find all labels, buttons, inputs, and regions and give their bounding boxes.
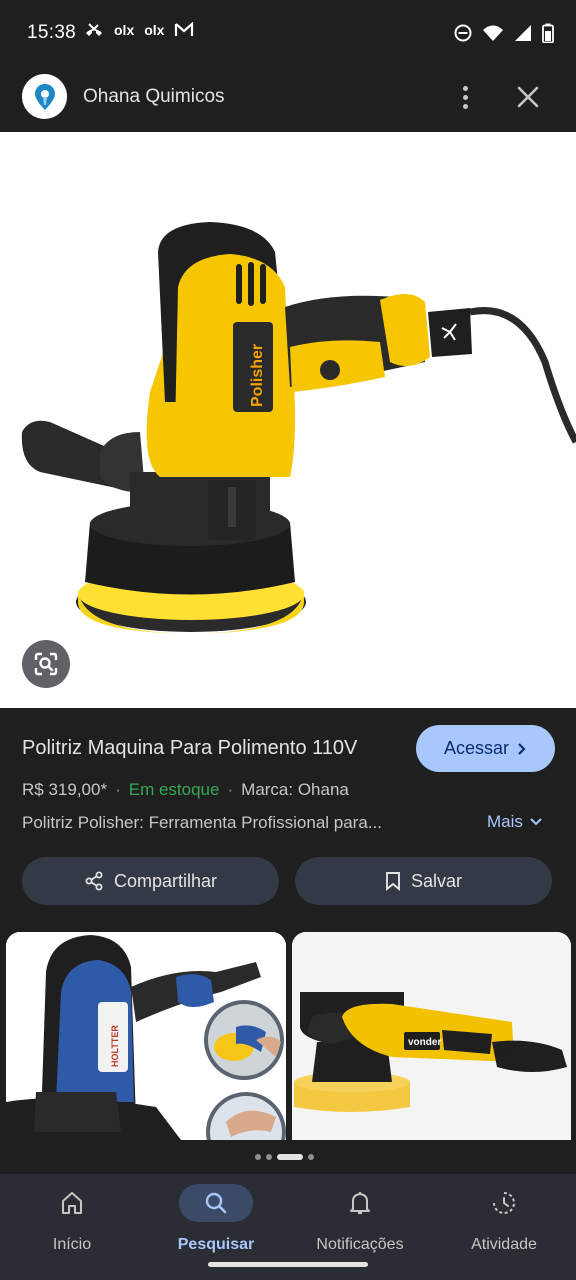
nav-notifications[interactable]: Notificações xyxy=(300,1182,420,1262)
product-meta: R$ 319,00* · Em estoque · Marca: Ohana xyxy=(22,780,349,800)
separator: · xyxy=(115,780,121,799)
chevron-down-icon xyxy=(530,818,542,826)
product-title: Politriz Maquina Para Polimento 110V xyxy=(22,737,358,759)
olx-icon: olx xyxy=(114,22,135,38)
system-icons xyxy=(454,23,554,43)
polisher-label: Polisher xyxy=(249,344,266,407)
site-logo xyxy=(22,74,67,119)
save-label: Salvar xyxy=(410,870,463,891)
save-button[interactable]: Salvar xyxy=(295,857,552,905)
product-info-panel: Politriz Maquina Para Polimento 110V Ace… xyxy=(0,708,576,1174)
lens-icon xyxy=(34,652,58,676)
related-images: HOLTTER vonder xyxy=(0,932,576,1140)
share-label: Compartilhar xyxy=(113,870,218,891)
more-options-button[interactable] xyxy=(450,81,480,113)
related-image-2[interactable]: vonder xyxy=(292,932,571,1140)
chevron-right-icon xyxy=(518,742,526,755)
wifi-icon xyxy=(483,25,503,41)
notification-icons: olx olx xyxy=(84,22,194,38)
search-icon xyxy=(205,1192,227,1214)
visit-button[interactable]: Acessar xyxy=(416,725,555,772)
app-header: Ohana Quimicos xyxy=(0,66,576,132)
nav-label: Pesquisar xyxy=(177,1236,255,1253)
status-bar: 15:38 olx olx xyxy=(0,0,576,66)
site-name: Ohana Quimicos xyxy=(83,86,225,107)
product-description: Politriz Polisher: Ferramenta Profission… xyxy=(22,813,382,832)
close-button[interactable] xyxy=(512,81,544,113)
do-not-disturb-icon xyxy=(454,24,472,42)
nav-home[interactable]: Início xyxy=(12,1182,132,1262)
home-icon xyxy=(62,1192,82,1214)
nav-label: Início xyxy=(52,1236,92,1253)
polisher-illustration: Polisher xyxy=(21,222,576,634)
yellow-polisher-illustration: vonder xyxy=(292,932,571,1140)
page-indicator xyxy=(255,1154,314,1160)
more-vert-icon xyxy=(462,85,468,91)
gmail-icon xyxy=(175,22,194,36)
share-button[interactable]: Compartilhar xyxy=(22,857,279,905)
separator: · xyxy=(227,780,234,799)
location-pin-icon xyxy=(34,83,55,110)
product-image[interactable]: Polisher xyxy=(0,132,576,708)
lens-search-button[interactable] xyxy=(22,640,70,688)
bookmark-icon xyxy=(386,872,400,891)
thumb2-brand: vonder xyxy=(408,1037,441,1048)
status-time: 15:38 xyxy=(27,22,77,43)
close-icon xyxy=(517,86,539,108)
missed-call-icon xyxy=(86,23,102,36)
signal-icon xyxy=(515,25,531,41)
blue-polisher-illustration: HOLTTER xyxy=(6,932,286,1140)
product-brand: Marca: Ohana xyxy=(241,780,349,799)
nav-label: Atividade xyxy=(471,1236,537,1253)
nav-label: Notificações xyxy=(316,1236,404,1253)
thumb1-brand: HOLTTER xyxy=(110,1025,120,1067)
nav-search[interactable]: Pesquisar xyxy=(156,1182,276,1262)
more-button[interactable]: Mais xyxy=(487,812,543,832)
stock-status: Em estoque xyxy=(128,780,220,799)
product-price: R$ 319,00* xyxy=(22,780,108,799)
more-label: Mais xyxy=(487,812,523,831)
battery-icon xyxy=(542,23,554,43)
related-image-1[interactable]: HOLTTER xyxy=(6,932,286,1140)
bell-icon xyxy=(350,1192,370,1214)
gesture-bar[interactable] xyxy=(208,1262,368,1267)
nav-activity[interactable]: Atividade xyxy=(444,1182,564,1262)
activity-icon xyxy=(493,1192,515,1214)
olx-icon: olx xyxy=(144,22,165,38)
visit-label: Acessar xyxy=(443,738,510,758)
share-icon xyxy=(85,871,103,891)
